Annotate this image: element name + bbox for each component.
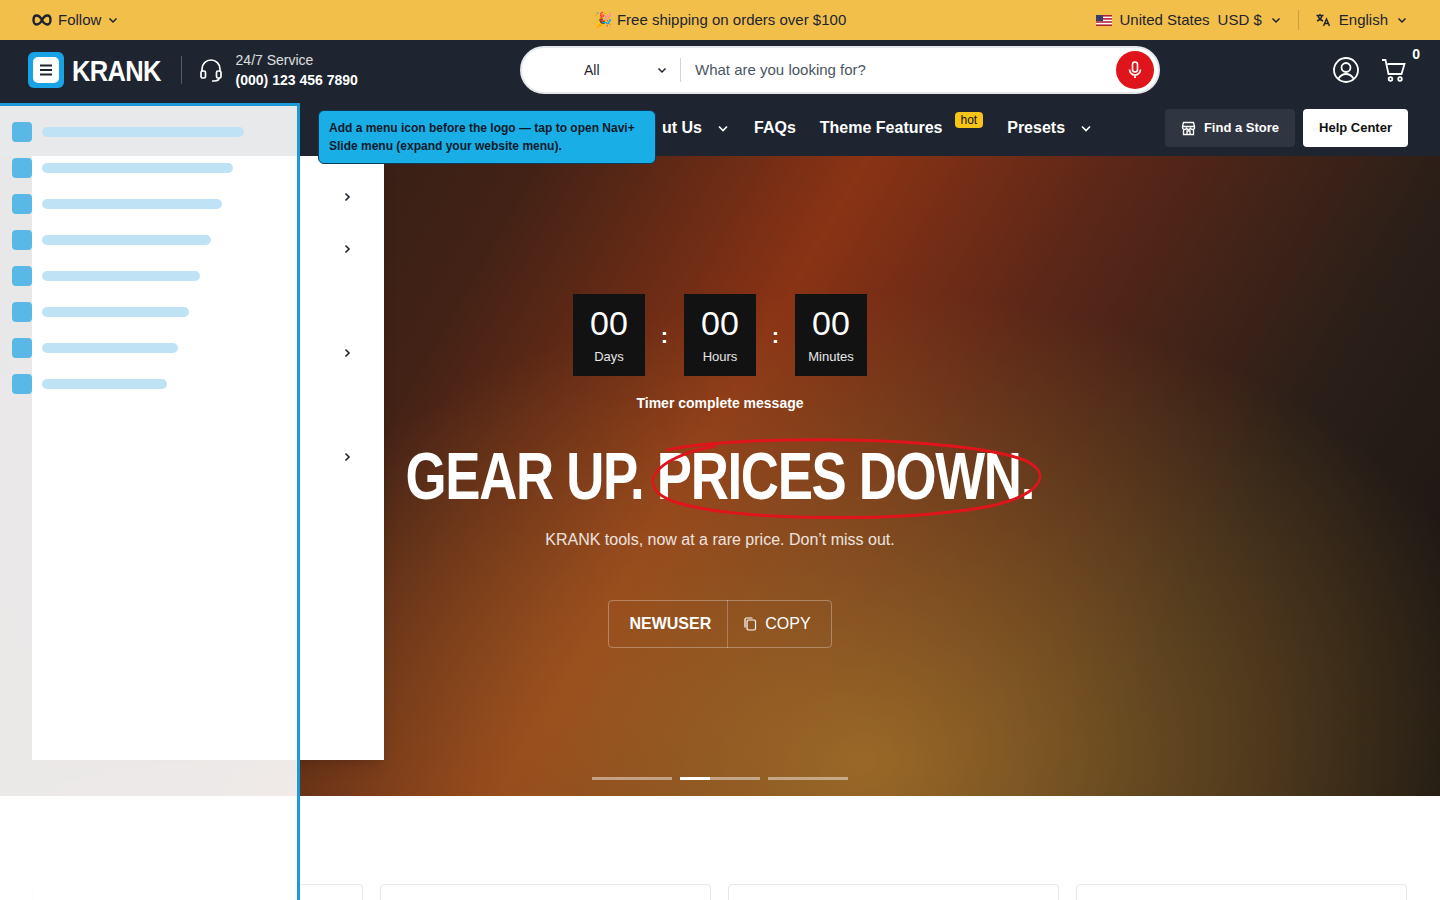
nav-item[interactable]: FAQs	[754, 116, 796, 140]
chevron-down-icon	[1396, 14, 1408, 26]
translate-icon	[1315, 12, 1331, 28]
store-icon	[1181, 121, 1196, 136]
search-input[interactable]	[695, 59, 1116, 82]
currency-selector[interactable]: United States USD $	[1096, 9, 1282, 32]
skeleton-row	[12, 158, 285, 178]
onboarding-tooltip: Add a menu icon before the logo — tap to…	[318, 110, 656, 164]
follow-menu[interactable]: Follow	[32, 9, 491, 32]
headset-icon	[198, 57, 224, 83]
account-icon[interactable]	[1332, 56, 1360, 84]
chevron-right-icon	[341, 191, 353, 203]
find-store-button[interactable]: Find a Store	[1165, 109, 1295, 147]
nav-item[interactable]: ut Us	[662, 116, 730, 140]
slide-indicator[interactable]	[768, 777, 848, 780]
slide-progress	[680, 777, 710, 780]
cart-icon	[1380, 56, 1408, 84]
skeleton-row	[12, 266, 285, 286]
shipping-message: 🎉 Free shipping on orders over $100	[594, 9, 846, 32]
hero-subtitle: KRANK tools, now at a rare price. Don’t …	[545, 528, 894, 552]
service-title: 24/7 Service	[236, 50, 358, 70]
product-card[interactable]	[1076, 884, 1407, 900]
cart-count: 0	[1412, 44, 1420, 65]
search-category[interactable]: All	[522, 60, 680, 81]
countdown-box: 00Hours	[684, 294, 756, 376]
logo-text[interactable]: KRANK	[72, 48, 161, 93]
timer-message: Timer complete message	[636, 393, 803, 414]
microphone-icon	[1127, 61, 1143, 79]
search-bar[interactable]: All	[520, 46, 1160, 94]
red-circle-icon	[643, 430, 1049, 522]
country-label[interactable]: United States	[1120, 9, 1210, 32]
product-card[interactable]	[728, 884, 1059, 900]
skeleton-row	[12, 338, 285, 358]
chevron-right-icon	[341, 243, 353, 255]
chevron-down-icon	[1270, 14, 1282, 26]
header: KRANK 24/7 Service (000) 123 456 7890 Al…	[0, 40, 1440, 100]
slide-indicator[interactable]	[680, 777, 760, 780]
coupon-box[interactable]: NEWUSER COPY	[608, 600, 831, 648]
us-flag-icon	[1096, 15, 1112, 26]
slide-indicator[interactable]	[592, 777, 672, 780]
currency-label[interactable]: USD $	[1218, 9, 1262, 32]
language-label[interactable]: English	[1339, 9, 1388, 32]
copy-button[interactable]: COPY	[744, 612, 810, 636]
hero-headline: GEAR UP. PRICES DOWN.	[406, 436, 1034, 516]
chevron-down-icon	[1079, 121, 1093, 135]
chevron-right-icon	[341, 347, 353, 359]
countdown-separator: :	[756, 319, 795, 352]
menu-logo-icon[interactable]	[28, 52, 64, 88]
language-selector[interactable]: English	[1315, 9, 1408, 32]
skeleton-row	[12, 194, 285, 214]
chevron-right-icon	[341, 451, 353, 463]
skeleton-row	[12, 374, 285, 394]
countdown-box: 00Days	[573, 294, 645, 376]
skeleton-row	[12, 230, 285, 250]
chevron-down-icon	[107, 14, 119, 26]
help-center-button[interactable]: Help Center	[1303, 109, 1408, 147]
chevron-down-icon	[716, 121, 730, 135]
follow-label[interactable]: Follow	[58, 9, 101, 32]
countdown-box: 00Minutes	[795, 294, 867, 376]
copy-icon	[744, 617, 757, 631]
nav-item[interactable]: Theme Featureshot	[820, 116, 983, 140]
voice-search-button[interactable]	[1116, 51, 1154, 89]
product-card[interactable]	[380, 884, 711, 900]
cart-button[interactable]: 0	[1380, 56, 1408, 84]
announcement-bar: Follow 🎉 Free shipping on orders over $1…	[0, 0, 1440, 40]
countdown-separator: :	[645, 319, 684, 352]
skeleton-row	[12, 122, 285, 142]
skeleton-row	[12, 302, 285, 322]
chevron-down-icon	[656, 64, 668, 76]
hot-badge: hot	[955, 112, 984, 128]
meta-icon	[32, 14, 52, 26]
navi-overlay	[0, 103, 300, 900]
service-phone[interactable]: (000) 123 456 7890	[236, 70, 358, 90]
nav-item[interactable]: Presets	[1007, 116, 1093, 140]
